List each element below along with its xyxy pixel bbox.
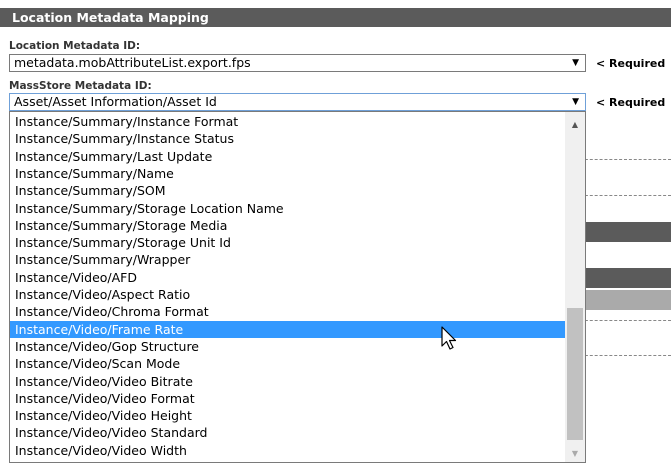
background-divider <box>580 159 671 160</box>
massstore-metadata-id-label: MassStore Metadata ID: <box>9 80 152 92</box>
dropdown-option[interactable]: Instance/Video/AFD <box>10 269 565 286</box>
scrollbar-thumb[interactable] <box>567 308 583 440</box>
dropdown-option[interactable]: Instance/Summary/Wrapper <box>10 251 565 268</box>
massstore-metadata-id-value: Asset/Asset Information/Asset Id <box>14 94 217 109</box>
mouse-pointer-icon <box>441 326 457 350</box>
metadata-dropdown-list[interactable]: Instance/Summary/Instance Format Instance… <box>9 111 586 463</box>
dropdown-option[interactable]: Instance/Video/Aspect Ratio <box>10 286 565 303</box>
dropdown-option[interactable]: Instance/Summary/Storage Unit Id <box>10 234 565 251</box>
dropdown-option[interactable]: Instance/Summary/SOM <box>10 182 565 199</box>
dropdown-option-selected[interactable]: Instance/Video/Frame Rate <box>10 320 565 338</box>
dropdown-option[interactable]: Instance/Video/Video Height <box>10 407 565 424</box>
location-metadata-id-label: Location Metadata ID: <box>9 40 141 52</box>
location-required-note: < Required <box>596 57 666 70</box>
dropdown-option[interactable]: Instance/Video/Gop Structure <box>10 338 565 355</box>
dropdown-option[interactable]: Instance/Video/Video Bitrate <box>10 373 565 390</box>
dropdown-option[interactable]: Instance/Summary/Last Update <box>10 148 565 165</box>
background-divider <box>580 355 671 356</box>
massstore-required-note: < Required <box>596 96 666 109</box>
dropdown-option[interactable]: Instance/Video/Video Format <box>10 390 565 407</box>
dropdown-option[interactable]: Instance/Summary/Instance Format <box>10 113 565 130</box>
background-divider <box>580 320 671 321</box>
dropdown-option[interactable]: Instance/Summary/Name <box>10 165 565 182</box>
dropdown-scrollbar[interactable]: ▲ ▼ <box>565 112 585 462</box>
location-metadata-id-value: metadata.mobAttributeList.export.fps <box>14 55 251 70</box>
massstore-metadata-id-select[interactable]: Asset/Asset Information/Asset Id ▼ <box>9 93 586 111</box>
dropdown-option[interactable]: Instance/Summary/Storage Media <box>10 217 565 234</box>
dropdown-option[interactable]: Instance/Video/Video Width <box>10 442 565 459</box>
dropdown-option[interactable]: Instance/Video/Scan Mode <box>10 355 565 372</box>
dropdown-option[interactable]: Instance/Summary/Instance Status <box>10 130 565 147</box>
background-divider <box>580 195 671 196</box>
scroll-up-icon[interactable]: ▲ <box>565 116 585 133</box>
location-metadata-id-select[interactable]: metadata.mobAttributeList.export.fps ▼ <box>9 54 586 72</box>
scroll-down-icon[interactable]: ▼ <box>565 445 585 462</box>
chevron-down-icon[interactable]: ▼ <box>572 94 579 110</box>
dropdown-option[interactable]: Instance/Video/Video Standard <box>10 424 565 441</box>
chevron-down-icon[interactable]: ▼ <box>572 55 579 71</box>
dropdown-option[interactable]: Instance/Summary/Storage Location Name <box>10 200 565 217</box>
dropdown-option[interactable]: Instance/Video/Chroma Format <box>10 303 565 320</box>
section-title: Location Metadata Mapping <box>0 8 671 27</box>
